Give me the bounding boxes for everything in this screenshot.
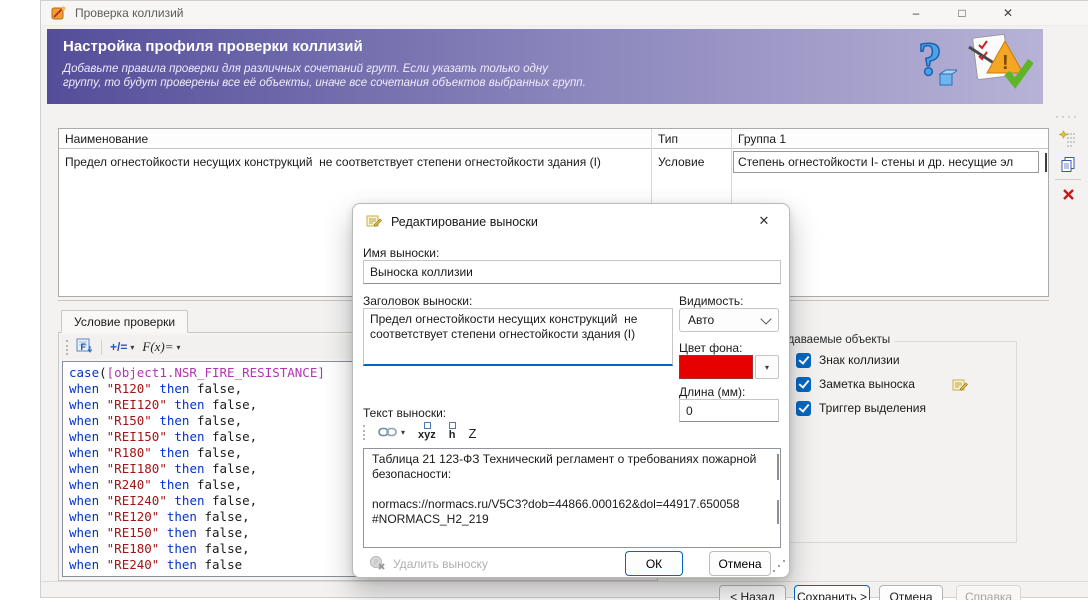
insert-function-button[interactable]: F(x)= ▾: [142, 339, 180, 355]
height-button[interactable]: h: [449, 421, 456, 441]
textarea-scrollbar-thumb[interactable]: [777, 454, 779, 480]
bg-color-swatch[interactable]: [679, 355, 753, 379]
ok-button[interactable]: ОК: [625, 551, 683, 576]
delete-callout-icon: [369, 554, 386, 574]
note-edit-icon: [365, 212, 382, 232]
column-header-name: Наименование: [59, 129, 651, 149]
formula-form-icon[interactable]: F: [76, 338, 93, 357]
side-toolbar-divider: [1055, 179, 1081, 180]
cancel-button[interactable]: Отмена: [879, 585, 943, 600]
checkbox-label: Знак коллизии: [819, 353, 900, 367]
table-scrollbar-thumb[interactable]: [1045, 153, 1047, 172]
edit-callout-dialog: Редактирование выноски ✕ Имя выноски: За…: [352, 203, 790, 578]
svg-text:?: ?: [918, 33, 942, 86]
callout-text-toolbar: ▾ xyz h Z: [363, 420, 476, 444]
add-operator-button[interactable]: +/= ▾: [110, 340, 134, 354]
dialog-titlebar: Редактирование выноски: [365, 212, 538, 232]
new-rule-icon[interactable]: [1057, 129, 1079, 149]
delete-callout-label: Удалить выноску: [393, 557, 488, 571]
hyperlink-button[interactable]: ▾: [378, 426, 405, 438]
visibility-value: Авто: [688, 313, 715, 327]
resize-grip[interactable]: [773, 570, 775, 572]
rule-row-type[interactable]: Условие: [652, 149, 731, 169]
dialog-close-button[interactable]: ✕: [749, 210, 779, 232]
chevron-down-icon: ▾: [176, 342, 181, 352]
screen: Проверка коллизий – □ ✕ Настройка профил…: [0, 0, 1088, 600]
checkbox[interactable]: [796, 400, 811, 416]
length-label: Длина (мм):: [679, 385, 746, 399]
visibility-label: Видимость:: [679, 294, 744, 308]
hyperlink-icon: [378, 427, 397, 437]
page-title: Настройка профиля проверки коллизий: [63, 38, 363, 55]
z-button[interactable]: Z: [469, 424, 477, 441]
checkbox-row: Триггер выделения: [796, 398, 926, 418]
length-input[interactable]: [679, 399, 779, 422]
callout-text-label: Текст выноски:: [363, 406, 447, 420]
bg-color-dropdown-button[interactable]: ▾: [755, 355, 779, 379]
bg-color-label: Цвет фона:: [679, 341, 743, 355]
copy-rule-icon[interactable]: [1057, 154, 1079, 174]
chevron-down-icon: [760, 312, 772, 325]
save-button[interactable]: Сохранить >: [794, 585, 870, 600]
banner: Настройка профиля проверки коллизий Доба…: [47, 29, 1043, 104]
page-subtitle-line2: группу, то будут проверены все её объект…: [63, 77, 586, 89]
titlebar: Проверка коллизий – □ ✕: [41, 1, 1088, 26]
callout-name-label: Имя выноски:: [363, 246, 440, 260]
dialog-cancel-button[interactable]: Отмена: [709, 551, 771, 576]
svg-text:!: !: [1002, 52, 1009, 74]
rule-row-group1-cell[interactable]: Степень огнестойкости I- стены и др. нес…: [733, 151, 1039, 173]
banner-icons: ? !: [917, 32, 1034, 96]
checkbox-row: Знак коллизии: [796, 350, 900, 370]
help-button[interactable]: Справка: [956, 585, 1021, 600]
checkbox-row: Заметка выноска: [796, 374, 968, 394]
callout-name-input[interactable]: [363, 260, 781, 284]
minimize-button[interactable]: –: [893, 1, 939, 25]
delete-rule-icon[interactable]: [1057, 184, 1079, 204]
visibility-dropdown[interactable]: Авто: [679, 308, 779, 332]
footer-divider: [41, 581, 1088, 582]
checkbox[interactable]: [796, 376, 811, 392]
side-toolbar-grip: ····: [1055, 109, 1079, 123]
callout-header-input[interactable]: Предел огнестойкости несущих конструкций…: [363, 308, 673, 366]
tab-condition[interactable]: Условие проверки: [61, 310, 189, 333]
toolbar-divider: [101, 339, 102, 355]
tasks-check-icon: !: [967, 33, 1034, 96]
app-icon: [51, 5, 67, 21]
maximize-button[interactable]: □: [939, 1, 985, 25]
checkbox-label: Триггер выделения: [819, 401, 926, 415]
chevron-down-icon: ▾: [764, 362, 769, 372]
note-edit-icon[interactable]: [951, 376, 968, 393]
delete-callout-button: Удалить выноску: [363, 553, 494, 575]
add-operator-label: +/=: [110, 340, 128, 354]
back-button[interactable]: < Назад: [719, 585, 786, 600]
function-label: F(x)=: [142, 339, 174, 354]
window-title: Проверка коллизий: [75, 6, 184, 20]
chevron-down-icon: ▾: [401, 427, 406, 437]
help-icon: ?: [917, 32, 960, 94]
chevron-down-icon: ▾: [130, 342, 135, 352]
checkbox-label: Заметка выноска: [819, 377, 915, 391]
column-header-type: Тип: [652, 129, 731, 149]
toolbar-grip: [66, 339, 68, 355]
window-controls: – □ ✕: [893, 1, 1031, 25]
svg-text:F: F: [81, 342, 87, 352]
checkbox[interactable]: [796, 352, 811, 368]
toolbar-grip: [363, 424, 365, 440]
rule-row-name[interactable]: Предел огнестойкости несущих конструкций…: [59, 149, 651, 169]
close-button[interactable]: ✕: [985, 1, 1031, 25]
page-subtitle-line1: Добавьте правила проверки для различных …: [63, 63, 548, 75]
callout-header-label: Заголовок выноски:: [363, 294, 473, 308]
column-header-group1: Группа 1: [732, 129, 1048, 149]
xyz-coordinates-button[interactable]: xyz: [418, 421, 436, 441]
dialog-title: Редактирование выноски: [391, 215, 538, 229]
callout-text-input[interactable]: Таблица 21 123-ФЗ Технический регламент …: [363, 448, 781, 548]
textarea-scrollbar-thumb[interactable]: [777, 500, 779, 524]
